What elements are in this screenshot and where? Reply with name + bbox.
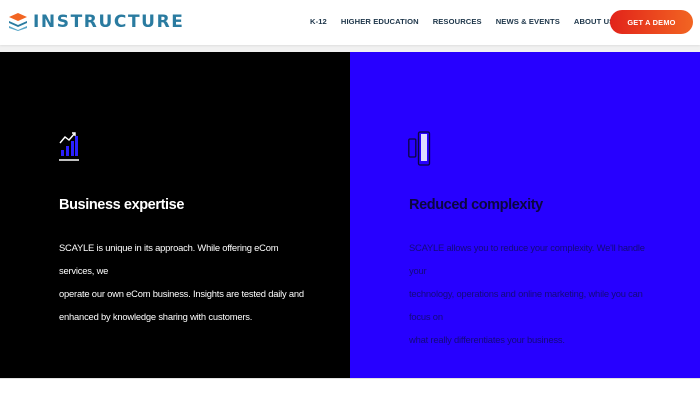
feature-description-line: operate our own eCom business. Insights … xyxy=(59,288,304,299)
feature-description: SCAYLE is unique in its approach. While … xyxy=(59,236,309,328)
nav-item-k12[interactable]: K-12 xyxy=(310,17,327,26)
feature-title: Reduced complexity xyxy=(409,197,543,213)
main-nav: K-12 HIGHER EDUCATION RESOURCES NEWS & E… xyxy=(310,17,614,26)
feature-description-line: SCAYLE allows you to reduce your complex… xyxy=(409,242,645,276)
feature-panel-reduced-complexity: Reduced complexity SCAYLE allows you to … xyxy=(350,52,700,378)
nav-item-about-us[interactable]: ABOUT US xyxy=(574,17,614,26)
logo-wordmark: INSTRUCTURE xyxy=(33,12,185,32)
feature-description-line: enhanced by knowledge sharing with custo… xyxy=(59,311,253,322)
header-divider xyxy=(0,45,700,52)
feature-description-line: what really differentiates your business… xyxy=(409,334,565,345)
page-bottom-strip xyxy=(0,378,700,401)
get-a-demo-button[interactable]: GET A DEMO xyxy=(610,10,693,34)
instructure-logo[interactable]: INSTRUCTURE xyxy=(9,12,184,32)
feature-description-line: SCAYLE is unique in its approach. While … xyxy=(59,242,279,276)
feature-title: Business expertise xyxy=(59,197,184,213)
feature-panel-business-expertise: Business expertise SCAYLE is unique in i… xyxy=(0,52,350,378)
feature-description-line: technology, operations and online market… xyxy=(409,288,643,322)
instructure-logo-icon xyxy=(9,13,27,31)
site-header: INSTRUCTURE K-12 HIGHER EDUCATION RESOUR… xyxy=(0,0,700,45)
nav-item-higher-education[interactable]: HIGHER EDUCATION xyxy=(341,17,419,26)
devices-icon xyxy=(408,131,431,166)
nav-item-resources[interactable]: RESOURCES xyxy=(433,17,482,26)
nav-item-news-events[interactable]: NEWS & EVENTS xyxy=(496,17,560,26)
bar-chart-icon xyxy=(59,132,79,161)
feature-description: SCAYLE allows you to reduce your complex… xyxy=(409,236,649,351)
